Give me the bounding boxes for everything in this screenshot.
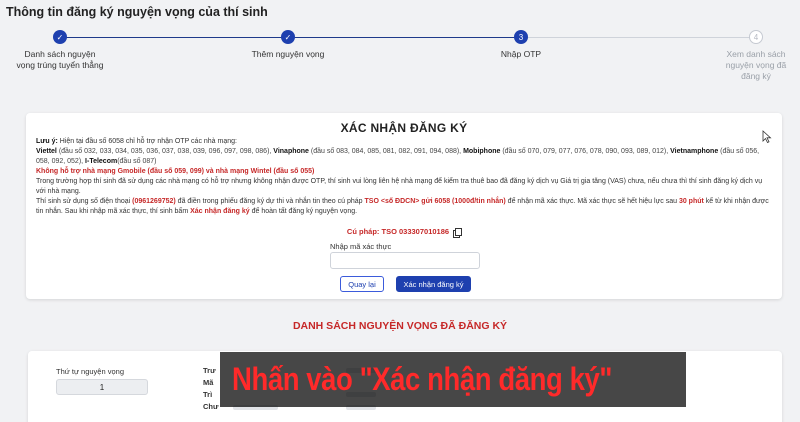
confirm-registration-button[interactable]: Xác nhận đăng ký (396, 276, 471, 292)
expiry-time: 30 phút (678, 198, 704, 205)
order-value: 1 (56, 379, 148, 395)
instructions: Lưu ý: Hiện tại đầu số 6058 chỉ hỗ trợ n… (36, 137, 771, 217)
progress-stepper: ✓ Danh sách nguyện vọng trúng tuyển thẳn… (0, 24, 800, 94)
sms-text: để nhận mã xác thực. Mã xác thực sẽ hết … (505, 198, 679, 205)
field-label: Mã (203, 378, 214, 387)
note-text: Hiện tại đầu số 6058 chỉ hỗ trợ nhận OTP… (57, 138, 237, 145)
carrier-numbers: (đầu số 032, 033, 034, 035, 036, 037, 03… (56, 148, 274, 155)
page-title: Thông tin đăng ký nguyện vọng của thí si… (6, 5, 268, 19)
sms-text: Thí sinh sử dụng số điện thoại (36, 198, 133, 205)
otp-label: Nhập mã xác thực (330, 242, 392, 251)
carrier-numbers: (đầu số 087) (117, 158, 157, 165)
carrier-name: Mobiphone (463, 148, 501, 155)
field-label: Chư (203, 402, 219, 411)
syntax-text: Cú pháp: TSO 033307010186 (346, 227, 450, 236)
sms-text: đã điền trong phiếu đăng ký dự thi và nh… (175, 198, 365, 205)
field-label: Trư (203, 366, 216, 375)
sms-syntax: TSO <số ĐDCN> gửi 6058 (1000đ/tin nhắn) (364, 198, 506, 205)
tutorial-caption: Nhấn vào "Xác nhận đăng ký" (220, 352, 686, 407)
confirm-phrase: Xác nhận đăng ký (190, 208, 250, 215)
phone-number: (0961269752) (132, 198, 176, 205)
unsupported-note: Trong trường hợp thí sinh đã sử dụng các… (36, 178, 763, 195)
carrier-numbers: (đầu số 070, 079, 077, 076, 078, 090, 09… (500, 148, 671, 155)
field-label: Trì (203, 390, 213, 399)
step-4[interactable]: 4 Xem danh sách nguyện vọng đã đăng ký (696, 30, 800, 82)
step-1[interactable]: ✓ Danh sách nguyện vọng trúng tuyển thẳn… (0, 30, 120, 71)
otp-confirm-card: XÁC NHẬN ĐĂNG KÝ Lưu ý: Hiện tại đầu số … (26, 113, 782, 299)
caption-text: Nhấn vào "Xác nhận đăng ký" (232, 361, 612, 397)
copy-icon[interactable] (453, 227, 463, 238)
unsupported-carriers: Không hỗ trợ nhà mạng Gmobile (đầu số 05… (36, 168, 315, 175)
sms-text: để hoàn tất đăng ký nguyện vọng. (249, 208, 358, 215)
otp-input[interactable] (330, 252, 480, 269)
step-label: Danh sách nguyện vọng trúng tuyển thẳng (16, 49, 104, 70)
note-prefix: Lưu ý: (36, 138, 58, 145)
mouse-cursor-icon (762, 130, 772, 143)
step-label: Thêm nguyện vọng (251, 49, 325, 59)
sms-instructions: Thí sinh sử dụng số điện thoại (09612697… (36, 197, 771, 217)
syntax-line: Cú pháp: TSO 033307010186 (26, 227, 782, 238)
carrier-name: Vietnamphone (670, 148, 719, 155)
step-number: 4 (749, 30, 763, 44)
step-label: Nhập OTP (500, 49, 542, 59)
registered-list-heading: DANH SÁCH NGUYỆN VỌNG ĐÃ ĐĂNG KÝ (292, 320, 508, 332)
order-label: Thứ tự nguyện vọng (56, 367, 124, 376)
carrier-numbers: (đầu số 083, 084, 085, 081, 082, 091, 09… (308, 148, 464, 155)
carrier-name: Viettel (36, 148, 57, 155)
check-icon: ✓ (281, 30, 295, 44)
back-button[interactable]: Quay lại (340, 276, 384, 292)
carrier-name: Vinaphone (273, 148, 309, 155)
step-label: Xem danh sách nguyện vọng đã đăng ký (725, 49, 787, 81)
step-number: 3 (514, 30, 528, 44)
check-icon: ✓ (53, 30, 67, 44)
step-2[interactable]: ✓ Thêm nguyện vọng (228, 30, 348, 60)
card-title: XÁC NHẬN ĐĂNG KÝ (340, 121, 468, 135)
carrier-list: Viettel (đầu số 032, 033, 034, 035, 036,… (36, 147, 771, 167)
step-3[interactable]: 3 Nhập OTP (461, 30, 581, 60)
carrier-name: I-Telecom (85, 158, 118, 165)
